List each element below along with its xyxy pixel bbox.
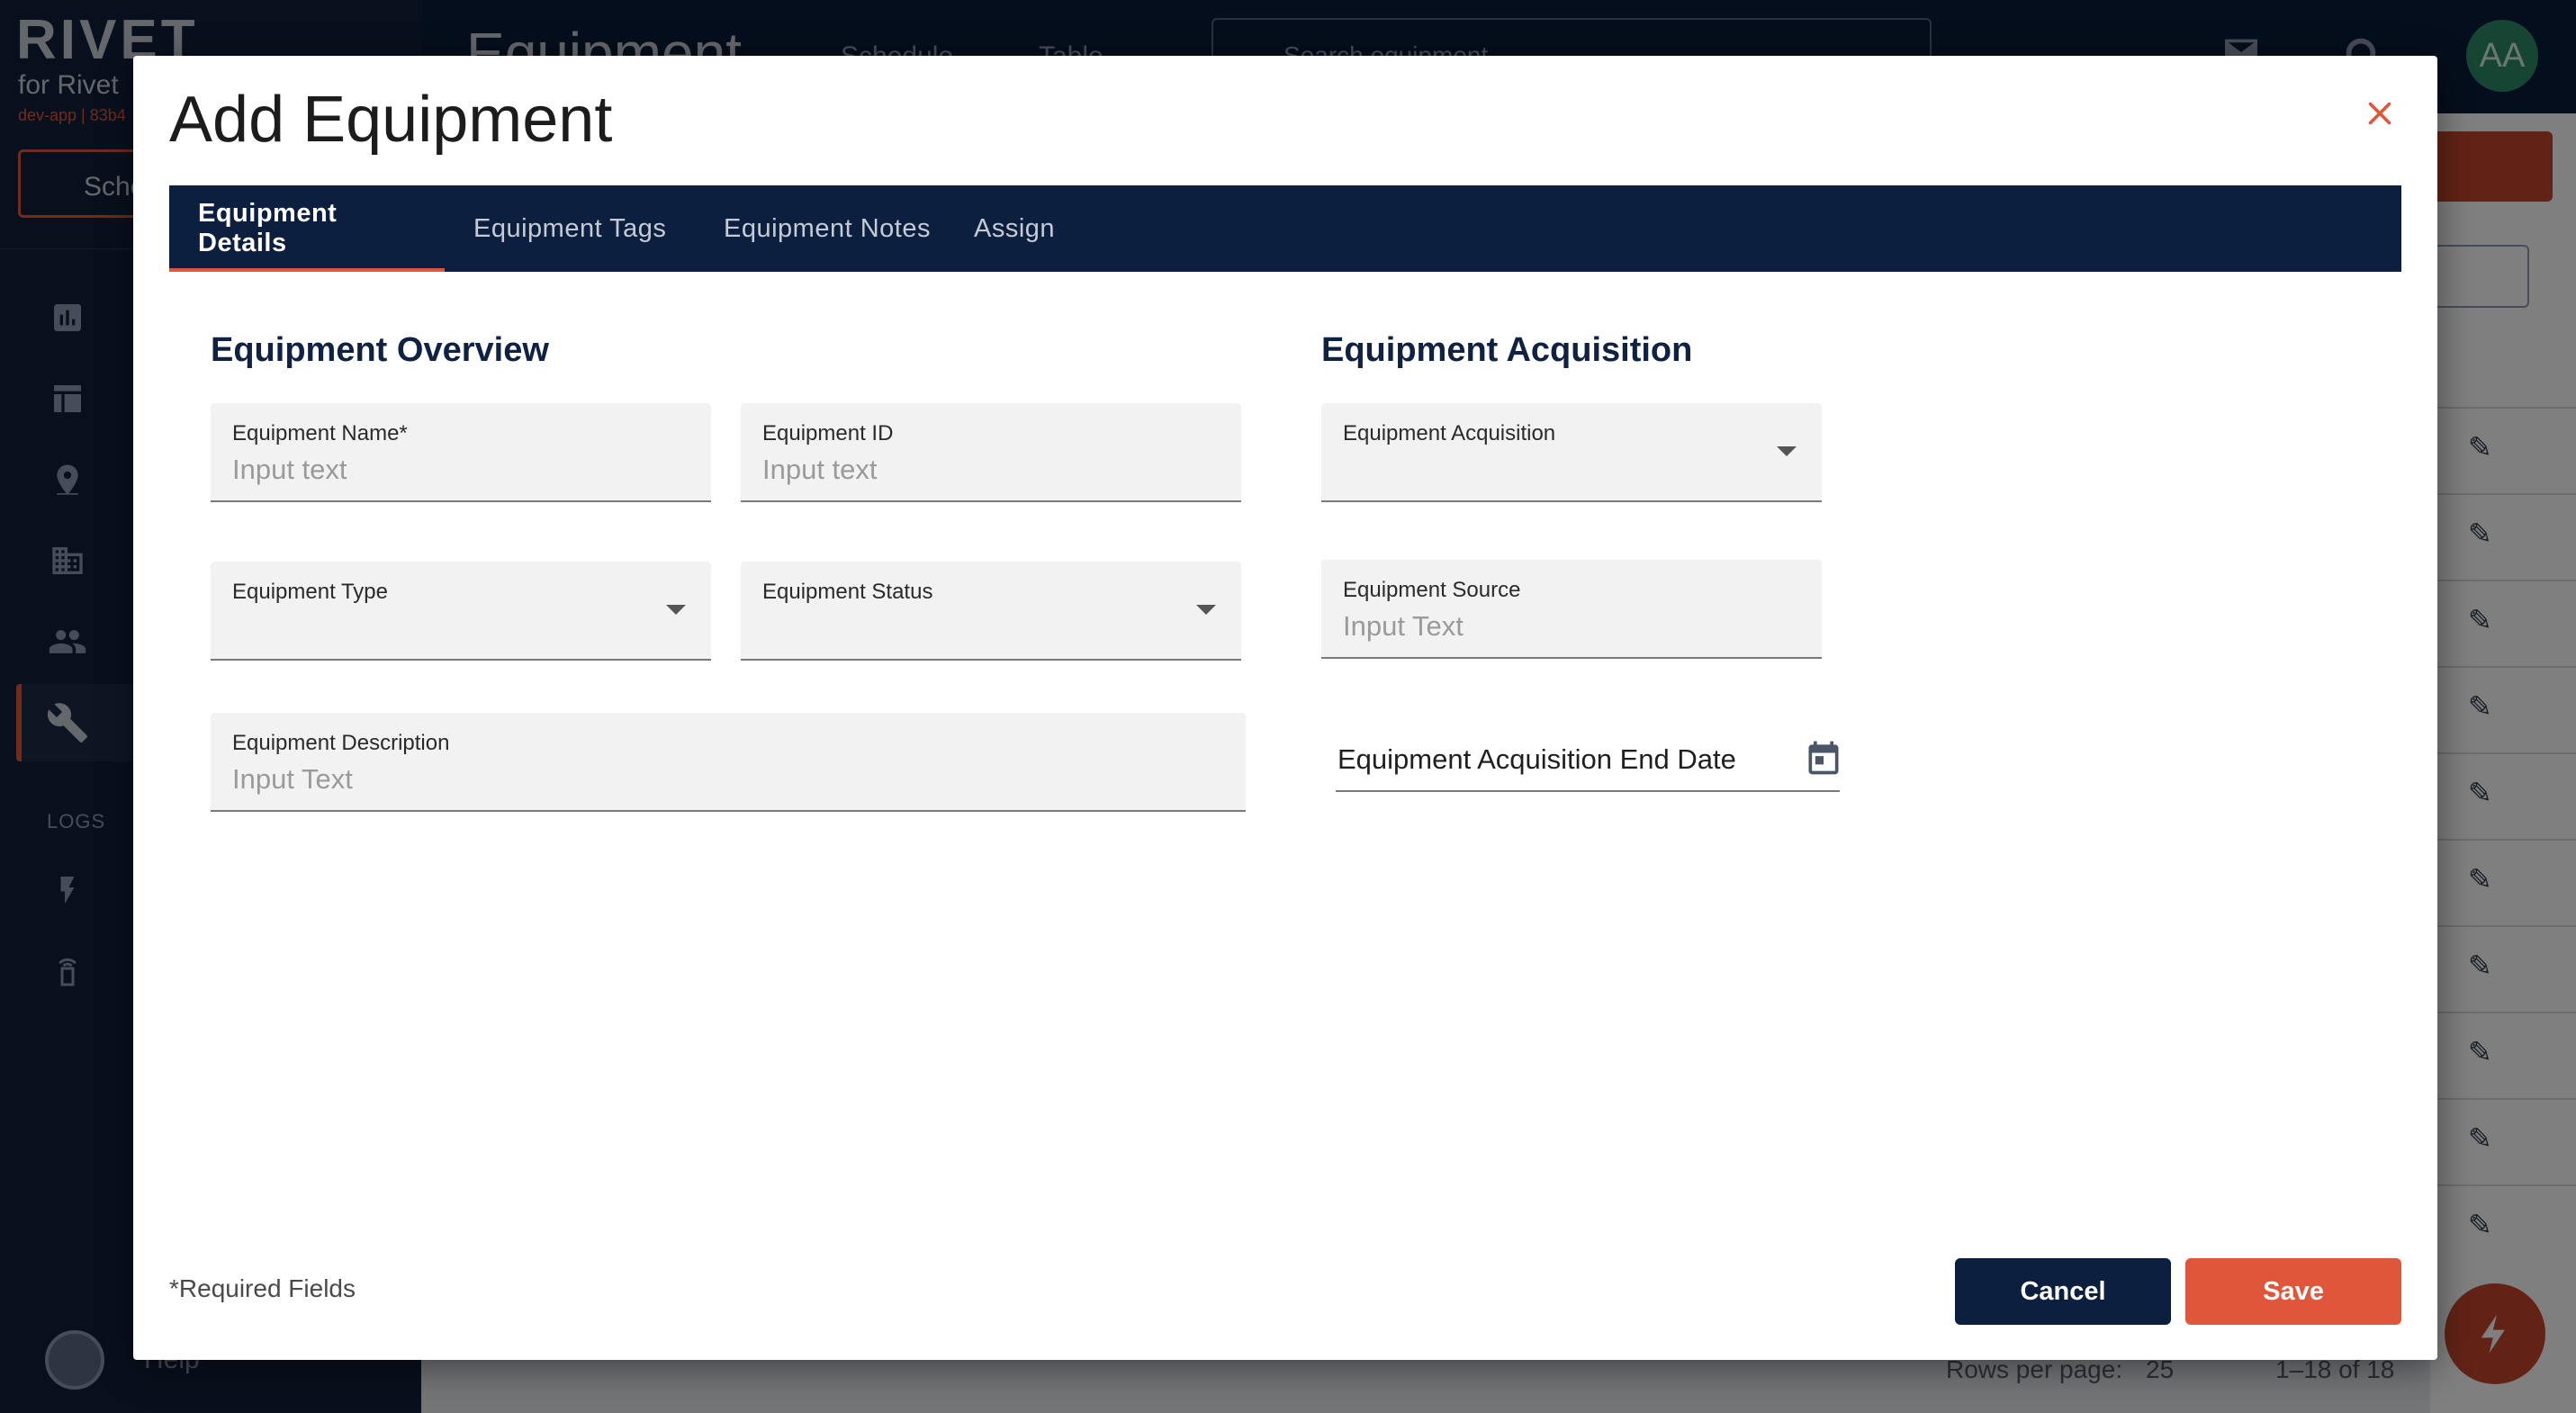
equipment-id-field[interactable]: Equipment ID Input text — [741, 403, 1241, 502]
acquisition-end-date-label: Equipment Acquisition End Date — [1338, 743, 1736, 775]
acquisition-end-date-field[interactable]: Equipment Acquisition End Date — [1336, 733, 1840, 792]
equipment-id-label: Equipment ID — [762, 421, 894, 446]
equipment-name-placeholder: Input text — [232, 454, 347, 485]
calendar-icon[interactable] — [1804, 738, 1843, 778]
equipment-type-label: Equipment Type — [232, 580, 389, 604]
equipment-name-label: Equipment Name* — [232, 421, 408, 446]
equipment-type-select[interactable]: Equipment Type — [211, 562, 711, 661]
equipment-status-select[interactable]: Equipment Status — [741, 562, 1241, 661]
equipment-acquisition-select[interactable]: Equipment Acquisition — [1321, 403, 1822, 502]
equipment-status-label: Equipment Status — [762, 580, 933, 604]
chevron-down-icon — [666, 605, 686, 615]
close-icon — [2368, 102, 2391, 125]
equipment-source-placeholder: Input Text — [1343, 610, 1464, 642]
modal-tabs: Equipment Details Equipment Tags Equipme… — [169, 185, 2401, 272]
chevron-down-icon — [1196, 605, 1216, 615]
equipment-source-label: Equipment Source — [1343, 578, 1521, 602]
equipment-description-field[interactable]: Equipment Description Input Text — [211, 713, 1246, 812]
save-button[interactable]: Save — [2185, 1258, 2401, 1325]
cancel-button[interactable]: Cancel — [1955, 1258, 2171, 1325]
equipment-description-label: Equipment Description — [232, 731, 450, 755]
chevron-down-icon — [1777, 446, 1797, 456]
tab-equipment-notes[interactable]: Equipment Notes — [695, 185, 959, 272]
overview-section-title: Equipment Overview — [211, 331, 549, 369]
equipment-name-field[interactable]: Equipment Name* Input text — [211, 403, 711, 502]
equipment-acquisition-label: Equipment Acquisition — [1343, 421, 1556, 446]
equipment-source-field[interactable]: Equipment Source Input Text — [1321, 560, 1822, 659]
equipment-id-placeholder: Input text — [762, 454, 878, 485]
tab-equipment-details[interactable]: Equipment Details — [169, 185, 445, 272]
acquisition-section-title: Equipment Acquisition — [1321, 331, 1693, 369]
modal-title: Add Equipment — [169, 84, 613, 156]
tab-assign[interactable]: Assign — [945, 185, 1084, 272]
add-equipment-modal: Add Equipment Equipment Details Equipmen… — [133, 56, 2437, 1360]
tab-equipment-tags[interactable]: Equipment Tags — [445, 185, 695, 272]
close-button[interactable] — [2355, 88, 2405, 139]
equipment-description-placeholder: Input Text — [232, 763, 353, 795]
required-fields-note: *Required Fields — [169, 1274, 356, 1302]
